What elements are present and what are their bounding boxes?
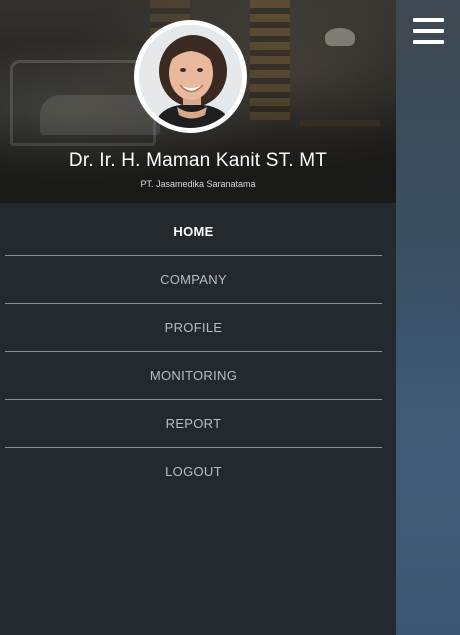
user-name: Dr. Ir. H. Maman Kanit ST. MT [68,150,328,171]
profile-header: Dr. Ir. H. Maman Kanit ST. MT PT. Jasame… [0,0,396,203]
user-avatar[interactable] [134,20,247,133]
navigation-drawer: Dr. Ir. H. Maman Kanit ST. MT PT. Jasame… [0,0,396,635]
avatar-portrait [139,25,242,128]
nav-item-profile[interactable]: PROFILE [5,304,382,352]
nav-item-monitoring[interactable]: MONITORING [5,352,382,400]
content-backdrop[interactable] [396,0,460,635]
user-company: PT. Jasamedika Saranatama [140,179,256,189]
nav-item-report[interactable]: REPORT [5,400,382,448]
nav-item-home[interactable]: HOME [5,208,382,256]
nav-menu: HOME COMPANY PROFILE MONITORING REPORT L… [5,208,382,495]
hamburger-menu-icon[interactable] [413,18,444,45]
app-screen: Dr. Ir. H. Maman Kanit ST. MT PT. Jasame… [0,0,460,635]
nav-item-company[interactable]: COMPANY [5,256,382,304]
nav-item-logout[interactable]: LOGOUT [5,448,382,495]
